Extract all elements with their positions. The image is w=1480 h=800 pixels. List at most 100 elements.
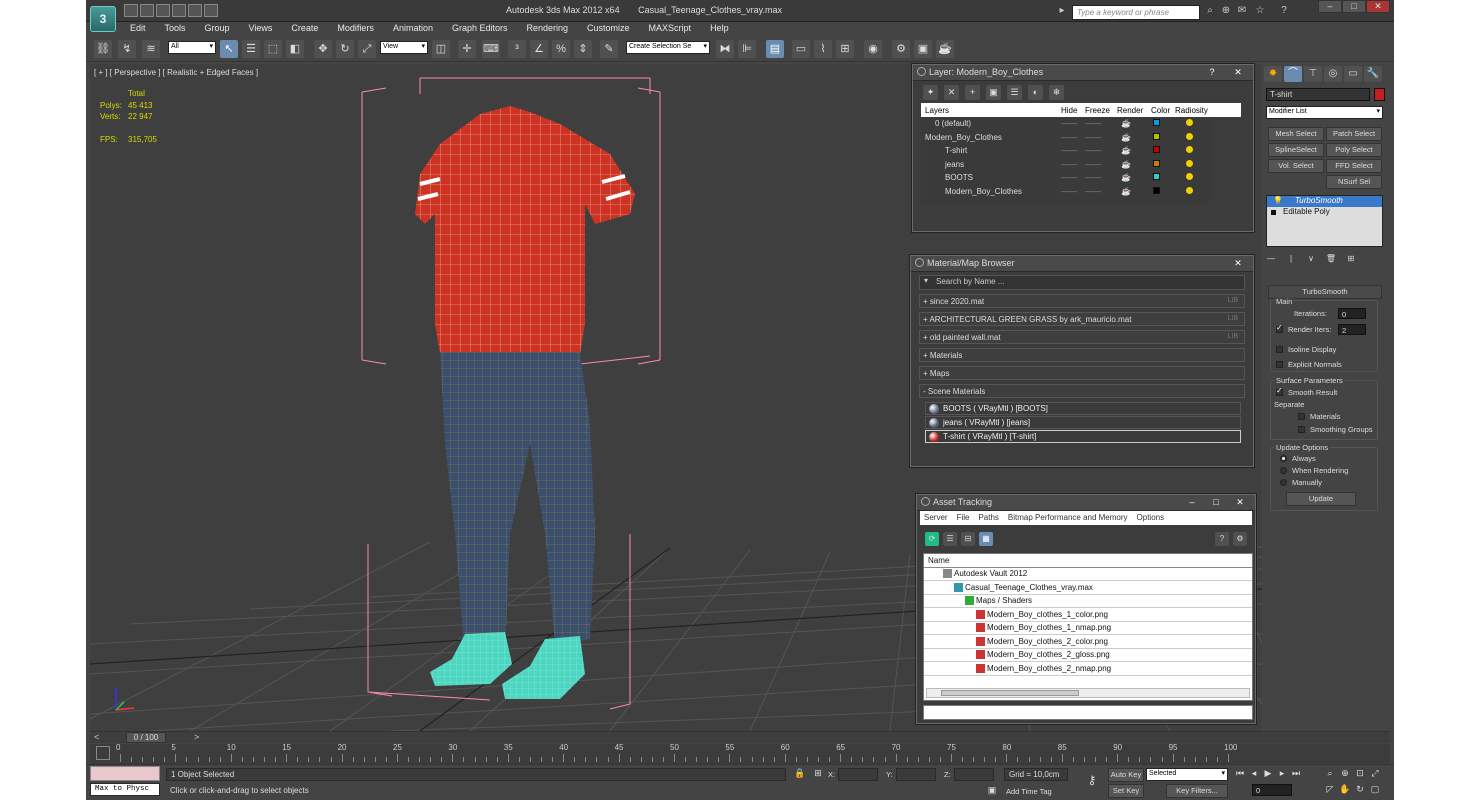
smoothing-groups-checkbox[interactable] [1298, 426, 1305, 433]
spinner-snap-icon[interactable]: ⇕ [574, 40, 592, 58]
layer-row[interactable]: T-shirt —— —— ☕ [921, 144, 1211, 158]
asset-maximize-button[interactable]: □ [1205, 496, 1227, 509]
snaps-toggle-icon[interactable]: ³ [508, 40, 526, 58]
vol-select-button[interactable]: Vol. Select [1268, 159, 1324, 173]
zoom-all-icon[interactable]: ⊕ [1339, 768, 1351, 779]
asset-row[interactable]: Modern_Boy_clothes_2_color.png [924, 635, 1252, 649]
rotate-icon[interactable]: ↻ [336, 40, 354, 58]
asset-row[interactable]: Casual_Teenage_Clothes_vray.max [924, 581, 1252, 595]
project-icon[interactable] [204, 4, 218, 17]
angle-snap-icon[interactable]: ∠ [530, 40, 548, 58]
app-logo-icon[interactable]: 3 [90, 6, 116, 32]
schematic-view-icon[interactable]: ⊞ [836, 40, 854, 58]
asset-name-column[interactable]: Name [924, 554, 1252, 568]
hide-toggle[interactable]: —— [1061, 133, 1077, 142]
set-key-button[interactable]: Set Key [1108, 784, 1144, 798]
asset-row[interactable]: Modern_Boy_clothes_2_nmap.png [924, 662, 1252, 676]
render-setup-icon[interactable]: ⚙ [892, 40, 910, 58]
asset-row[interactable]: Modern_Boy_clothes_1_color.png [924, 608, 1252, 622]
layer-close-button[interactable]: ✕ [1227, 66, 1249, 79]
layer-manager-icon[interactable]: ▤ [766, 40, 784, 58]
zoom-icon[interactable]: ⌕ [1324, 768, 1336, 779]
remove-modifier-icon[interactable]: 🗑 [1324, 252, 1338, 266]
minimize-button[interactable]: – [1318, 0, 1342, 13]
radiosity-icon[interactable] [1186, 146, 1193, 153]
asset-row[interactable]: Modern_Boy_clothes_2_gloss.png [924, 649, 1252, 662]
menu-animation[interactable]: Animation [393, 22, 433, 36]
play-icon[interactable]: ▶ [1262, 768, 1274, 779]
y-coordinate-field[interactable] [896, 768, 936, 781]
asset-menu-paths[interactable]: Paths [978, 513, 998, 523]
manually-radio[interactable] [1280, 479, 1287, 486]
asset-scroll-thumb[interactable] [941, 690, 1079, 696]
close-button[interactable]: ✕ [1366, 0, 1390, 13]
material-group-row[interactable]: + Materials [919, 348, 1245, 362]
object-color-swatch[interactable] [1374, 88, 1385, 101]
asset-settings-icon[interactable]: ⚙ [1233, 532, 1247, 546]
ribbon-icon[interactable]: ▭ [792, 40, 810, 58]
render-teapot-icon[interactable]: ☕ [1121, 173, 1131, 182]
freeze-all-icon[interactable]: ❄ [1049, 85, 1064, 100]
display-tab-icon[interactable]: ▭ [1344, 66, 1362, 82]
when-rendering-radio[interactable] [1280, 467, 1287, 474]
favorites-icon[interactable]: ☆ [1254, 5, 1266, 17]
nsurf-sel-button[interactable]: NSurf Sel [1326, 175, 1382, 189]
asset-row[interactable]: Autodesk Vault 2012 [924, 568, 1252, 581]
layer-row[interactable]: Modern_Boy_Clothes —— —— ☕ [921, 131, 1211, 145]
render-teapot-icon[interactable]: ☕ [1121, 133, 1131, 142]
menu-edit[interactable]: Edit [130, 22, 146, 36]
select-manipulate-icon[interactable]: ✛ [458, 40, 476, 58]
create-layer-icon[interactable]: ✦ [923, 85, 938, 100]
col-freeze[interactable]: Freeze [1085, 106, 1110, 115]
menu-help[interactable]: Help [710, 22, 729, 36]
z-coordinate-field[interactable] [954, 768, 994, 781]
curve-editor-icon[interactable]: ⌇ [814, 40, 832, 58]
zoom-extents-all-icon[interactable]: ⤢ [1369, 768, 1381, 779]
radiosity-icon[interactable] [1186, 119, 1193, 126]
select-by-name-icon[interactable]: ☰ [242, 40, 260, 58]
render-production-icon[interactable]: ☕ [936, 40, 954, 58]
hide-toggle[interactable]: —— [1061, 146, 1077, 155]
add-time-tag-button[interactable]: Add Time Tag [1006, 787, 1052, 796]
maximize-viewport-icon[interactable]: ▢ [1369, 784, 1381, 795]
key-selection-dropdown[interactable]: Selected [1146, 768, 1228, 781]
lightbulb-icon[interactable]: 💡 [1273, 196, 1283, 205]
asset-menu-options[interactable]: Options [1137, 513, 1165, 523]
material-search-input[interactable]: ▾ Search by Name ... [919, 275, 1245, 290]
time-next-icon[interactable]: > [194, 732, 199, 742]
bind-space-warp-icon[interactable]: ≋ [142, 40, 160, 58]
rectangular-selection-icon[interactable]: ⬚ [264, 40, 282, 58]
object-name-field[interactable]: T-shirt [1266, 88, 1370, 101]
align-icon[interactable]: ⊫ [738, 40, 756, 58]
material-library-row[interactable]: + ARCHITECTURAL GREEN GRASS by ark_mauri… [919, 312, 1245, 326]
mirror-icon[interactable]: ⧓ [716, 40, 734, 58]
highlight-layer-icon[interactable]: ☰ [1007, 85, 1022, 100]
ffd-select-button[interactable]: FFD Select [1326, 159, 1382, 173]
orbit-icon[interactable]: ↻ [1354, 784, 1366, 795]
link-icon[interactable]: ⛓ [94, 40, 112, 58]
undo-icon[interactable] [172, 4, 186, 17]
configure-modifier-sets-icon[interactable]: ⊞ [1344, 252, 1358, 266]
material-group-row[interactable]: + Maps [919, 366, 1245, 380]
material-library-row[interactable]: + since 2020.mat LIB [919, 294, 1245, 308]
hide-toggle[interactable]: —— [1061, 187, 1077, 196]
render-teapot-icon[interactable]: ☕ [1121, 119, 1131, 128]
render-teapot-icon[interactable]: ☕ [1121, 146, 1131, 155]
menu-tools[interactable]: Tools [165, 22, 186, 36]
asset-menu-file[interactable]: File [957, 513, 970, 523]
field-of-view-icon[interactable]: ◸ [1324, 784, 1336, 795]
col-radiosity[interactable]: Radiosity [1175, 106, 1208, 115]
table-view-icon[interactable]: ▦ [979, 532, 993, 546]
set-key-mode-icon[interactable]: ⚷ [1086, 773, 1098, 787]
x-coordinate-field[interactable] [838, 768, 878, 781]
modify-tab-icon[interactable]: ⌒ [1284, 66, 1302, 82]
reference-coordinate-dropdown[interactable]: View [380, 41, 428, 54]
menu-customize[interactable]: Customize [587, 22, 630, 36]
zoom-extents-icon[interactable]: ⊡ [1354, 768, 1366, 779]
material-group-row[interactable]: - Scene Materials [919, 384, 1245, 398]
scene-material-row[interactable]: jeans ( VRayMtl ) [jeans] [925, 416, 1241, 429]
selection-filter-dropdown[interactable]: All [168, 41, 216, 54]
previous-frame-icon[interactable]: ◂ [1248, 768, 1260, 779]
menu-maxscript[interactable]: MAXScript [649, 22, 692, 36]
help-icon[interactable]: ? [1278, 5, 1290, 17]
